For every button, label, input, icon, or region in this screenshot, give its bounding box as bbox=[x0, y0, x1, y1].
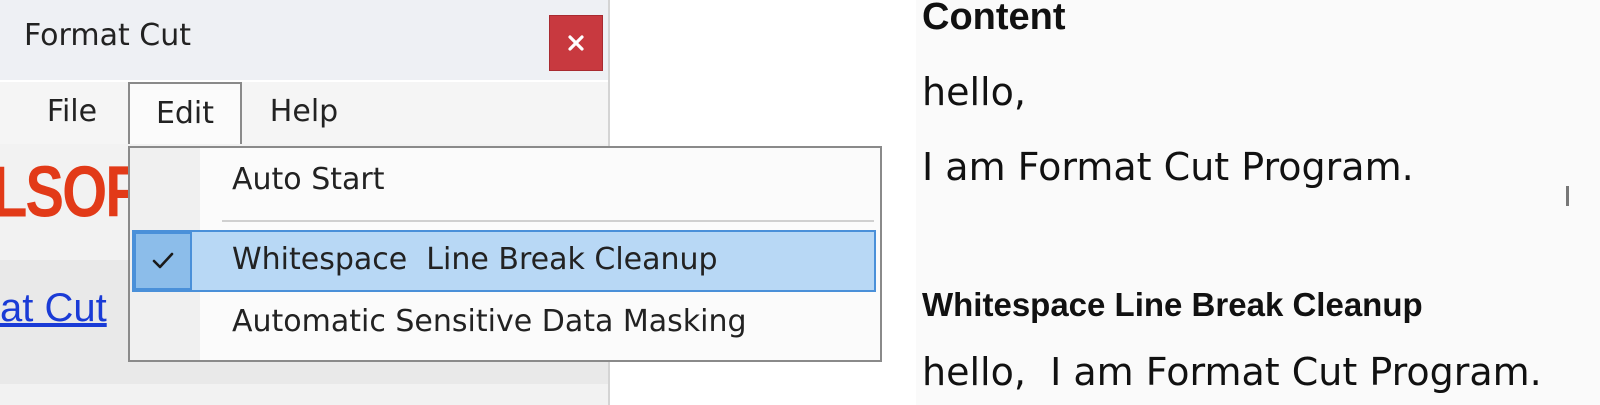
checkmark-icon bbox=[152, 252, 174, 269]
cleanup-heading: Whitespace Line Break Cleanup bbox=[922, 286, 1423, 323]
menu-file[interactable]: File bbox=[30, 82, 114, 144]
menu-item-label: Auto Start bbox=[232, 162, 385, 197]
format-cut-window: Format Cut File Edit Help LSOFT.co at Cu… bbox=[0, 0, 882, 405]
menu-help[interactable]: Help bbox=[256, 82, 352, 144]
window-title: Format Cut bbox=[24, 18, 191, 53]
menu-item-label: Automatic Sensitive Data Masking bbox=[232, 304, 747, 339]
menu-item-auto-start[interactable]: Auto Start bbox=[130, 150, 880, 212]
menu-item-label: Whitespace Line Break Cleanup bbox=[232, 242, 718, 277]
menu-bar: File Edit Help bbox=[0, 82, 608, 146]
text-cursor-mark bbox=[1566, 186, 1569, 206]
brand-logo: LSOFT.co bbox=[0, 150, 140, 232]
close-button[interactable] bbox=[549, 15, 603, 71]
cleanup-result: hello, I am Format Cut Program. bbox=[922, 350, 1542, 394]
menu-item-data-masking[interactable]: Automatic Sensitive Data Masking bbox=[130, 292, 880, 354]
content-pane: Content hello, I am Format Cut Program. … bbox=[916, 0, 1600, 405]
content-line-2: I am Format Cut Program. bbox=[922, 145, 1414, 189]
title-bar[interactable]: Format Cut bbox=[0, 0, 608, 80]
logo-text: LSOFT.co bbox=[0, 151, 140, 232]
content-heading: Content bbox=[922, 0, 1066, 38]
app-link[interactable]: at Cut bbox=[0, 286, 128, 331]
content-line-1: hello, bbox=[922, 70, 1026, 114]
edit-dropdown-menu: Auto Start Whitespace Line Break Cleanup… bbox=[128, 146, 882, 362]
close-icon bbox=[568, 35, 584, 51]
menu-item-whitespace-cleanup[interactable]: Whitespace Line Break Cleanup bbox=[130, 230, 880, 292]
menu-edit[interactable]: Edit bbox=[128, 82, 242, 146]
menu-separator bbox=[222, 220, 874, 222]
check-indicator bbox=[134, 232, 192, 290]
